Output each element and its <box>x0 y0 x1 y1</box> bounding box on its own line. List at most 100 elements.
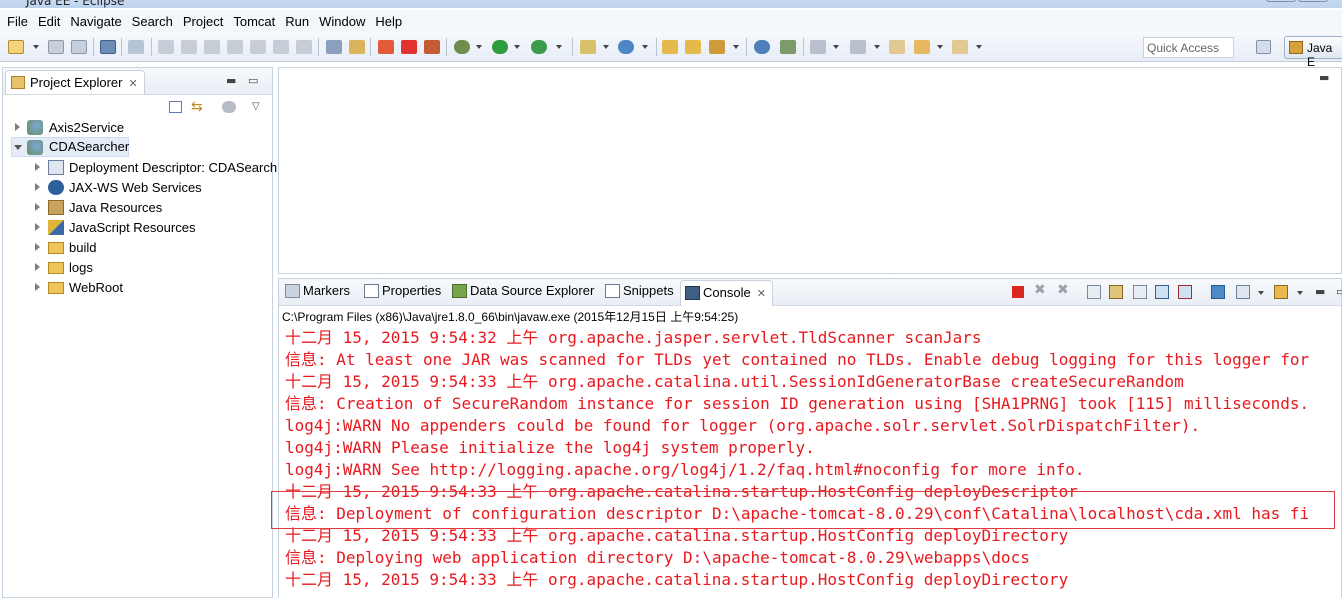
skip-breakpoints-icon[interactable] <box>128 40 144 54</box>
new-web-service-dropdown-icon[interactable] <box>642 45 648 49</box>
terminate-icon[interactable] <box>1012 286 1024 298</box>
toggle-icon[interactable] <box>349 40 365 54</box>
new-web-service-icon[interactable] <box>618 40 634 54</box>
view-menu-icon[interactable]: ▽ <box>252 101 260 112</box>
back-dropdown-icon[interactable] <box>937 45 943 49</box>
open-console-icon[interactable] <box>326 40 342 54</box>
step-over-icon[interactable] <box>273 40 289 54</box>
tree-item-logs[interactable]: logs <box>3 258 273 278</box>
expand-arrow-icon[interactable] <box>35 203 40 211</box>
clear-console-icon[interactable] <box>1087 285 1101 299</box>
menu-help[interactable]: Help <box>370 14 407 29</box>
tree-item-javascript-resources[interactable]: JavaScript Resources <box>3 218 273 238</box>
expand-arrow-icon[interactable] <box>15 123 20 131</box>
menu-run[interactable]: Run <box>280 14 314 29</box>
display-selected-console-icon[interactable] <box>1236 285 1250 299</box>
search-dropdown-icon[interactable] <box>733 45 739 49</box>
new-server-dropdown-icon[interactable] <box>603 45 609 49</box>
remove-all-terminated-icon[interactable]: ✖ <box>1057 282 1071 298</box>
forward-dropdown-icon[interactable] <box>976 45 982 49</box>
print-icon[interactable] <box>100 40 116 54</box>
collapse-arrow-icon[interactable] <box>14 145 22 150</box>
resume-icon[interactable] <box>158 40 174 54</box>
pin-console-icon[interactable] <box>1211 285 1225 299</box>
menu-file[interactable]: File <box>2 14 33 29</box>
tree-item-axis2service[interactable]: Axis2Service <box>3 118 273 138</box>
annotation-icon[interactable] <box>780 40 796 54</box>
open-console-dropdown-icon[interactable] <box>1297 291 1303 295</box>
open-task-icon[interactable] <box>685 40 701 54</box>
quick-access-input[interactable]: Quick Access <box>1143 37 1234 58</box>
previous-annotation-icon[interactable] <box>850 40 866 54</box>
last-edit-icon[interactable] <box>889 40 905 54</box>
tree-item-cdasearcher[interactable]: CDASearcher <box>11 137 129 157</box>
run-dropdown-icon[interactable] <box>514 45 520 49</box>
run-config-icon[interactable] <box>531 40 547 54</box>
maximize-view-icon[interactable]: ▭ <box>1336 285 1342 298</box>
search-icon[interactable] <box>709 40 725 54</box>
new-server-icon[interactable] <box>580 40 596 54</box>
show-console-on-error-icon[interactable] <box>1178 285 1192 299</box>
display-console-dropdown-icon[interactable] <box>1258 291 1264 295</box>
globe-icon[interactable] <box>754 40 770 54</box>
build-icon[interactable] <box>378 40 394 54</box>
run-icon[interactable] <box>492 40 508 54</box>
run-config-dropdown-icon[interactable] <box>556 45 562 49</box>
expand-arrow-icon[interactable] <box>35 183 40 191</box>
scroll-lock-icon[interactable] <box>1109 285 1123 299</box>
debug-icon[interactable] <box>454 40 470 54</box>
validate-icon[interactable] <box>424 40 440 54</box>
disconnect-icon[interactable] <box>227 40 243 54</box>
tree-item-jax-ws-web-services[interactable]: JAX-WS Web Services <box>3 178 273 198</box>
open-console-icon[interactable] <box>1274 285 1288 299</box>
back-icon[interactable] <box>914 40 930 54</box>
tab-properties[interactable]: Properties <box>362 283 441 298</box>
show-console-on-output-icon[interactable] <box>1155 285 1169 299</box>
maximize-view-icon[interactable]: ▭ <box>248 74 258 87</box>
tree-item-webroot[interactable]: WebRoot <box>3 278 273 298</box>
forward-icon[interactable] <box>952 40 968 54</box>
menu-edit[interactable]: Edit <box>33 14 65 29</box>
expand-arrow-icon[interactable] <box>35 163 40 171</box>
menu-window[interactable]: Window <box>314 14 370 29</box>
focus-icon[interactable] <box>222 101 236 113</box>
word-wrap-icon[interactable] <box>1133 285 1147 299</box>
minimize-editor-icon[interactable]: ▬ <box>1319 71 1329 84</box>
tree-item-deployment-descriptor[interactable]: Deployment Descriptor: CDASearch <box>3 158 277 178</box>
close-icon[interactable]: ✕ <box>128 78 137 90</box>
previous-annotation-dropdown-icon[interactable] <box>874 45 880 49</box>
save-all-icon[interactable] <box>71 40 87 54</box>
minimize-view-icon[interactable]: ▬ <box>226 74 236 87</box>
tab-project-explorer[interactable]: Project Explorer ✕ <box>5 70 145 94</box>
expand-arrow-icon[interactable] <box>35 283 40 291</box>
tree-item-java-resources[interactable]: Java Resources <box>3 198 273 218</box>
tab-snippets[interactable]: Snippets <box>603 283 674 298</box>
step-return-icon[interactable] <box>296 40 312 54</box>
minimize-window-button[interactable] <box>1266 0 1296 2</box>
close-icon[interactable]: ✕ <box>757 288 766 300</box>
menu-tomcat[interactable]: Tomcat <box>228 14 280 29</box>
menu-navigate[interactable]: Navigate <box>65 14 126 29</box>
remove-launch-icon[interactable]: ✖ <box>1034 282 1048 298</box>
step-into-icon[interactable] <box>250 40 266 54</box>
menu-project[interactable]: Project <box>178 14 228 29</box>
tab-data-source-explorer[interactable]: Data Source Explorer <box>450 283 594 298</box>
open-perspective-icon[interactable] <box>1256 40 1271 54</box>
save-icon[interactable] <box>48 40 64 54</box>
tab-markers[interactable]: Markers <box>283 283 350 298</box>
tree-item-build[interactable]: build <box>3 238 273 258</box>
collapse-all-icon[interactable] <box>169 101 182 113</box>
perspective-java-ee-button[interactable]: Java E <box>1284 36 1342 69</box>
menu-search[interactable]: Search <box>127 14 178 29</box>
expand-arrow-icon[interactable] <box>35 243 40 251</box>
tab-console[interactable]: Console ✕ <box>680 280 773 306</box>
suspend-icon[interactable] <box>181 40 197 54</box>
clean-icon[interactable] <box>401 40 417 54</box>
new-icon[interactable] <box>8 40 24 54</box>
expand-arrow-icon[interactable] <box>35 223 40 231</box>
minimize-view-icon[interactable]: ▬ <box>1315 285 1325 298</box>
new-dropdown-icon[interactable] <box>33 45 39 49</box>
link-with-editor-icon[interactable]: ⇆ <box>191 99 203 115</box>
debug-dropdown-icon[interactable] <box>476 45 482 49</box>
console-output[interactable]: 十二月 15, 2015 9:54:32 上午 org.apache.jaspe… <box>285 327 1342 591</box>
